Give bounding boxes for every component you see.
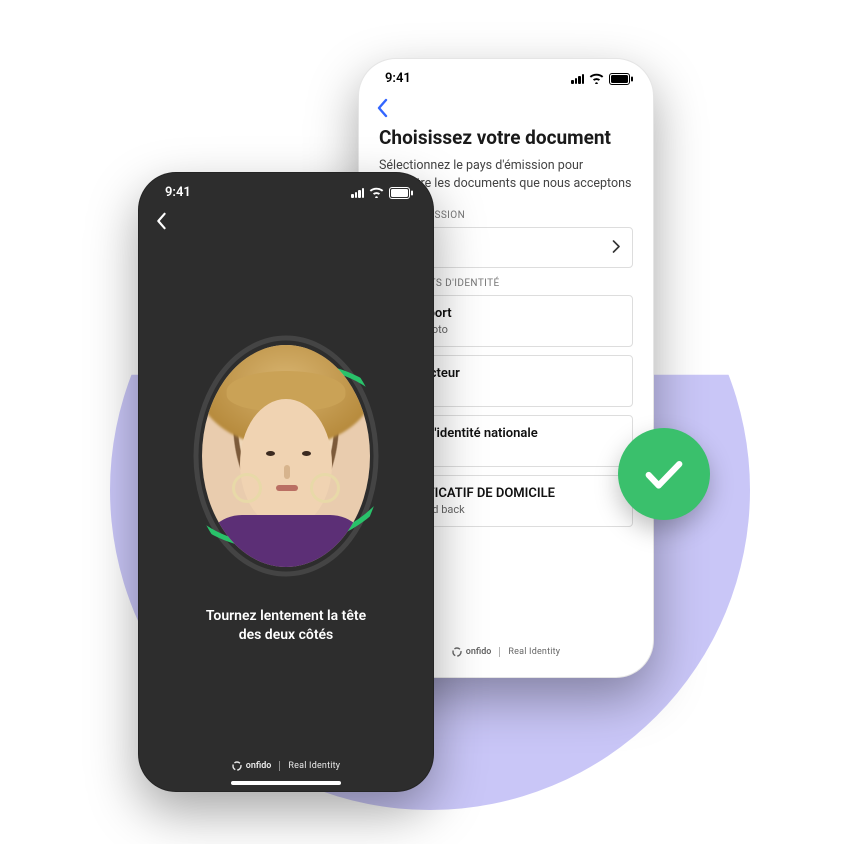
back-button[interactable] [139,206,433,238]
onfido-logo: onfido [232,761,272,771]
selfie-preview [202,345,370,567]
phone-selfie-capture: 9:41 [138,172,434,792]
onfido-footer: onfido Real Identity [139,761,433,771]
page-title: Choisissez votre document [379,126,633,149]
battery-icon [609,73,633,85]
selfie-capture-area: Tournez lentement la tête des deux côtés [139,238,433,645]
back-button[interactable] [359,92,653,126]
status-bar: 9:41 [359,59,653,92]
status-time: 9:41 [165,185,191,200]
status-bar: 9:41 [139,173,433,206]
composition: 9:41 Choisissez votre document Sélection… [0,0,844,844]
battery-icon [389,187,413,199]
wifi-icon [369,187,384,198]
face-oval-frame [196,338,376,573]
onfido-logo: onfido [452,647,492,657]
onfido-icon [452,647,462,657]
status-icons [351,187,413,199]
footer-tagline: Real Identity [288,761,340,771]
status-time: 9:41 [385,71,411,86]
signal-icon [351,188,364,198]
onfido-icon [232,761,242,771]
wifi-icon [589,73,604,84]
signal-icon [571,74,584,84]
chevron-left-icon [375,98,389,118]
home-indicator [231,781,341,785]
success-badge [618,428,710,520]
chevron-right-icon [612,238,620,257]
selfie-instruction: Tournez lentement la tête des deux côtés [176,607,396,645]
check-icon [641,451,687,497]
chevron-left-icon [155,212,167,230]
status-icons [571,73,633,85]
footer-tagline: Real Identity [508,647,560,657]
